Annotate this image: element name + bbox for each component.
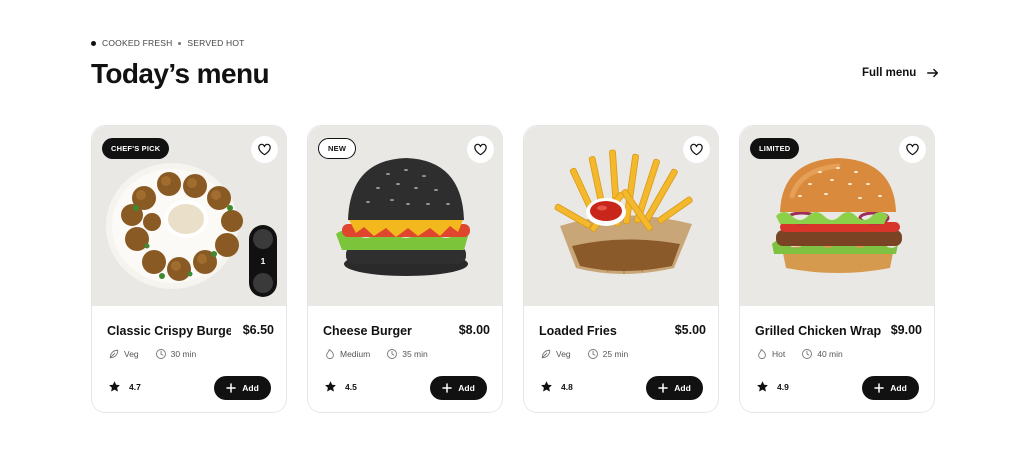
- food-image: NEW: [308, 126, 502, 306]
- quantity-stepper[interactable]: 1: [249, 225, 277, 297]
- cook-time: 35 min: [402, 349, 428, 359]
- item-meta: Hot 40 min: [756, 348, 843, 360]
- full-menu-link[interactable]: Full menu: [862, 66, 940, 80]
- rating-value: 4.8: [561, 381, 573, 392]
- heart-icon: [258, 143, 271, 156]
- diet-label: Veg: [124, 349, 139, 359]
- page-title: Today’s menu: [91, 58, 270, 89]
- plus-icon: [442, 383, 452, 393]
- menu-card-4[interactable]: LIMITED Grilled Chicken Wrap $9.00 Hot 4…: [739, 125, 935, 413]
- increment-button[interactable]: [253, 229, 273, 249]
- item-price: $5.00: [674, 323, 706, 337]
- item-price: $9.00: [890, 323, 922, 337]
- menu-card-1[interactable]: CHEF'S PICK 1 Classic Crispy Burge $6.50…: [91, 125, 287, 413]
- favorite-button[interactable]: [683, 136, 710, 163]
- add-button[interactable]: Add: [862, 376, 919, 400]
- badge: LIMITED: [750, 138, 800, 159]
- food-image: LIMITED: [740, 126, 934, 306]
- food-image: CHEF'S PICK 1: [92, 126, 286, 306]
- rating-value: 4.9: [777, 381, 789, 392]
- eyebrow-separator: [178, 41, 182, 45]
- heart-icon: [906, 143, 919, 156]
- plus-icon: [226, 383, 236, 393]
- add-label: Add: [242, 383, 259, 393]
- rating: 4.9: [756, 380, 789, 393]
- eyebrow-dot: [91, 40, 96, 46]
- menu-cards: CHEF'S PICK 1 Classic Crispy Burge $6.50…: [91, 125, 935, 413]
- cook-time: 40 min: [817, 349, 843, 359]
- item-name: Grilled Chicken Wrap: [755, 324, 882, 338]
- clock-icon: [155, 349, 166, 359]
- add-label: Add: [458, 383, 475, 393]
- full-menu-label: Full menu: [862, 67, 917, 79]
- star-icon: [757, 381, 768, 392]
- food-image: [524, 126, 718, 306]
- badge: NEW: [318, 138, 357, 159]
- item-name: Classic Crispy Burge: [107, 324, 231, 338]
- flame-icon: [758, 349, 766, 359]
- heart-icon: [690, 143, 703, 156]
- badge: CHEF'S PICK: [102, 138, 170, 159]
- star-icon: [325, 381, 336, 392]
- star-icon: [541, 381, 552, 392]
- item-name: Loaded Fries: [539, 324, 617, 338]
- leaf-icon: [109, 349, 119, 359]
- item-meta: Veg 25 min: [540, 348, 628, 360]
- add-label: Add: [674, 383, 691, 393]
- clock-icon: [587, 349, 598, 359]
- cook-time: 25 min: [602, 349, 629, 359]
- star-icon: [109, 381, 120, 392]
- plus-icon: [658, 383, 668, 393]
- menu-card-3[interactable]: Loaded Fries $5.00 Veg 25 min 4.8 Add: [523, 125, 719, 413]
- rating: 4.8: [540, 380, 573, 393]
- favorite-button[interactable]: [899, 136, 926, 163]
- rating-value: 4.7: [129, 381, 141, 392]
- add-button[interactable]: Add: [646, 376, 703, 400]
- plus-icon: [874, 383, 884, 393]
- menu-card-2[interactable]: NEW Cheese Burger $8.00 Medium 35 min 4.…: [307, 125, 503, 413]
- eyebrow: COOKED FRESH SERVED HOT: [91, 38, 245, 48]
- rating: 4.7: [108, 380, 141, 393]
- decrement-button[interactable]: [253, 273, 273, 293]
- quantity-value: 1: [260, 256, 266, 266]
- item-price: $6.50: [242, 323, 274, 337]
- leaf-icon: [541, 349, 551, 359]
- clock-icon: [802, 349, 813, 359]
- item-name: Cheese Burger: [323, 324, 412, 338]
- cook-time: 30 min: [170, 349, 197, 359]
- spice-label: Medium: [340, 349, 371, 359]
- add-button[interactable]: Add: [214, 376, 271, 400]
- eyebrow-left: COOKED FRESH: [102, 38, 173, 48]
- favorite-button[interactable]: [251, 136, 278, 163]
- flame-icon: [326, 349, 334, 359]
- item-meta: Veg 30 min: [108, 348, 196, 360]
- clock-icon: [387, 349, 398, 359]
- rating-value: 4.5: [345, 381, 357, 392]
- diet-label: Veg: [556, 349, 571, 359]
- arrow-right-icon: [927, 68, 939, 78]
- favorite-button[interactable]: [467, 136, 494, 163]
- spice-label: Hot: [772, 349, 786, 359]
- heart-icon: [474, 143, 487, 156]
- item-meta: Medium 35 min: [324, 348, 428, 360]
- add-label: Add: [890, 383, 907, 393]
- add-button[interactable]: Add: [430, 376, 487, 400]
- eyebrow-right: SERVED HOT: [187, 38, 245, 48]
- rating: 4.5: [324, 380, 357, 393]
- item-price: $8.00: [458, 323, 490, 337]
